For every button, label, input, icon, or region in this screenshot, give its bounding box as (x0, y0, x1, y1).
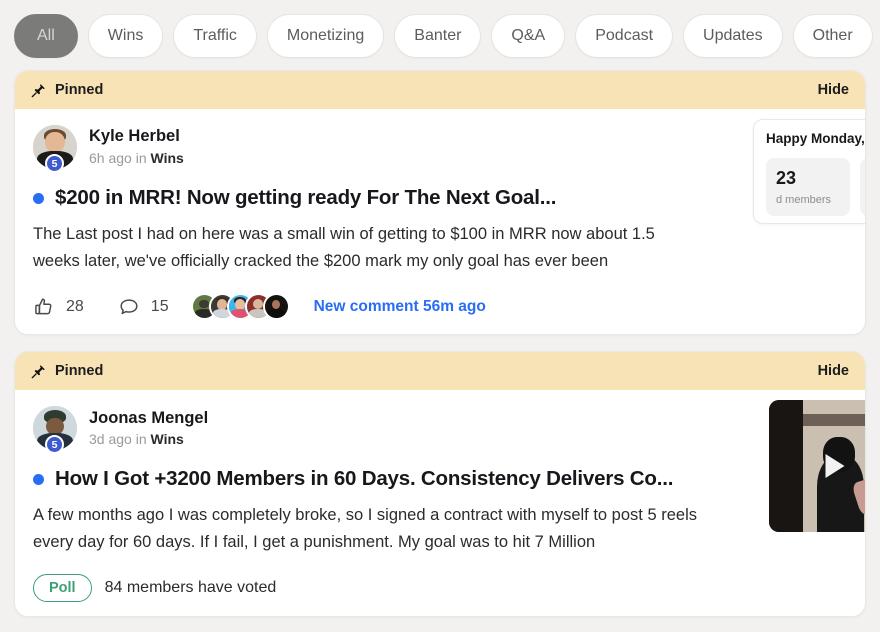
unread-dot-icon (33, 192, 44, 204)
post-author-row: 5 Joonas Mengel 3d ago in Wins (33, 406, 847, 455)
filter-chip-qa[interactable]: Q&A (491, 14, 566, 58)
author-name[interactable]: Joonas Mengel (89, 408, 208, 429)
post-content: 5 Kyle Herbel 6h ago in Wins $200 in MRR… (15, 109, 865, 334)
post-meta: 6h ago in Wins (89, 149, 184, 168)
filter-chip-traffic[interactable]: Traffic (173, 14, 257, 58)
avatar[interactable]: 5 (33, 406, 77, 455)
post-author-row: 5 Kyle Herbel 6h ago in Wins (33, 125, 847, 173)
post-category[interactable]: Wins (151, 150, 184, 166)
filter-chip-all[interactable]: All (14, 14, 78, 58)
comment-count: 15 (150, 297, 169, 315)
post-feed: Pinned Hide 5 Kyle Herbel 6h ago in Wins… (0, 70, 880, 617)
hide-pinned-button[interactable]: Hide (818, 363, 849, 379)
pinned-label: Pinned (55, 363, 104, 380)
post-excerpt: The Last post I had on here was a small … (33, 225, 655, 270)
pinned-label: Pinned (55, 82, 104, 98)
author-name[interactable]: Kyle Herbel (89, 126, 184, 147)
post-engagement-row: 28 15 New comment 56m ago (33, 293, 847, 321)
video-thumbnail (769, 400, 865, 533)
filter-chip-bar: All Wins Traffic Monetizing Banter Q&A P… (0, 0, 880, 70)
filter-chip-updates[interactable]: Updates (683, 14, 783, 58)
new-comment-link[interactable]: New comment 56m ago (314, 298, 486, 316)
filter-chip-other[interactable]: Other (792, 14, 873, 58)
comment-bubble-icon (120, 299, 138, 315)
hide-pinned-button[interactable]: Hide (818, 82, 849, 98)
like-count: 28 (66, 297, 84, 315)
filter-chip-label: Updates (703, 27, 763, 44)
post-attachment-video[interactable] (769, 400, 865, 533)
filter-chip-banter[interactable]: Banter (394, 14, 482, 58)
filter-chip-label: Q&A (511, 27, 546, 44)
filter-chip-label: Other (812, 27, 853, 44)
play-icon (825, 454, 845, 479)
post-title[interactable]: $200 in MRR! Now getting ready For The N… (33, 186, 847, 210)
attachment-stat-tiles: 23 d members $207 MRR (766, 158, 865, 216)
pushpin-icon (31, 83, 46, 98)
post-attachment-dashboard[interactable]: Happy Monday, Kyle 23 d members $207 MRR (753, 119, 865, 224)
post-card: Pinned Hide 5 Kyle Herbel 6h ago in Wins… (14, 70, 866, 336)
avatar[interactable]: 5 (33, 125, 77, 173)
comment-button[interactable]: 15 (118, 296, 169, 318)
post-excerpt: A few months ago I was completely broke,… (33, 506, 697, 552)
post-meta: 3d ago in Wins (89, 430, 208, 449)
unread-dot-icon (33, 473, 44, 485)
filter-chip-wins[interactable]: Wins (87, 14, 164, 58)
poll-vote-count: 84 members have voted (104, 578, 277, 596)
post-title[interactable]: How I Got +3200 Members in 60 Days. Cons… (33, 467, 847, 491)
post-poll-row: Poll 84 members have voted (33, 573, 847, 602)
commenter-avatar (262, 293, 290, 321)
filter-chip-podcast[interactable]: Podcast (575, 14, 674, 58)
stat-tile: 23 d members (766, 158, 850, 216)
stat-tile: $207 MRR (860, 158, 865, 216)
attachment-greeting: Happy Monday, Kyle (766, 131, 865, 146)
filter-chip-monetizing[interactable]: Monetizing (266, 14, 385, 58)
thumbs-up-icon (35, 298, 52, 315)
filter-chip-label: All (37, 27, 55, 44)
filter-chip-label: Wins (107, 27, 144, 44)
commenter-avatar-stack[interactable] (190, 293, 290, 321)
post-time: 6h ago in (89, 149, 151, 166)
pushpin-icon (31, 364, 46, 379)
stat-value: 23 (776, 168, 797, 188)
post-title-text: How I Got +3200 Members in 60 Days. Cons… (55, 467, 674, 491)
filter-chip-label: Banter (414, 27, 462, 44)
filter-chip-label: Podcast (595, 27, 654, 44)
filter-chip-label: Traffic (193, 27, 237, 44)
post-category[interactable]: Wins (151, 431, 184, 447)
stat-label: d members (776, 194, 832, 206)
like-button[interactable]: 28 (33, 296, 84, 318)
level-badge: 5 (45, 435, 64, 455)
pinned-banner: Pinned Hide (15, 352, 865, 391)
level-badge: 5 (45, 154, 64, 173)
pinned-banner: Pinned Hide (15, 71, 865, 109)
post-card: Pinned Hide 5 Joonas Mengel 3d ago in Wi… (14, 351, 866, 617)
post-time: 3d ago in (89, 431, 151, 448)
post-content: 5 Joonas Mengel 3d ago in Wins How I Got… (15, 390, 865, 615)
post-title-text: $200 in MRR! Now getting ready For The N… (55, 186, 557, 209)
filter-chip-label: Monetizing (286, 27, 365, 44)
poll-badge: Poll (33, 573, 92, 602)
